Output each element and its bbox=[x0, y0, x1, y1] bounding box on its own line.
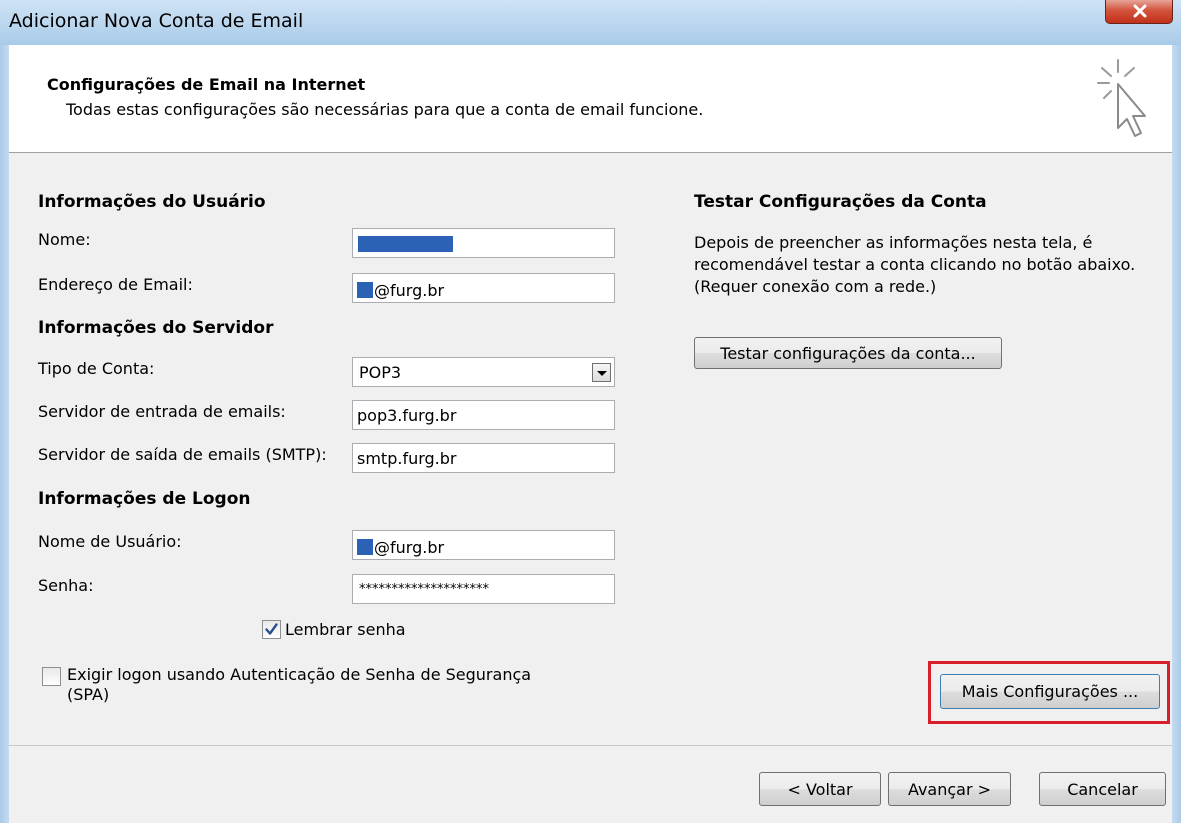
test-description-line1: Depois de preencher as informações nesta… bbox=[694, 233, 1093, 252]
close-button[interactable] bbox=[1105, 0, 1173, 24]
back-button[interactable]: < Voltar bbox=[759, 772, 881, 806]
password-label: Senha: bbox=[38, 576, 94, 595]
chevron-down-icon[interactable] bbox=[592, 363, 611, 382]
checkmark-icon bbox=[265, 623, 278, 635]
test-description-line3: (Requer conexão com a rede.) bbox=[694, 277, 937, 296]
server-info-heading: Informações do Servidor bbox=[38, 318, 274, 338]
user-info-heading: Informações do Usuário bbox=[38, 192, 266, 212]
account-type-label: Tipo de Conta: bbox=[38, 359, 155, 378]
account-type-select[interactable]: POP3 bbox=[352, 357, 615, 387]
outgoing-server-label: Servidor de saída de emails (SMTP): bbox=[38, 445, 327, 464]
password-field[interactable]: ******************** bbox=[352, 574, 615, 604]
incoming-server-label: Servidor de entrada de emails: bbox=[38, 402, 286, 421]
spa-label-line2[interactable]: (SPA) bbox=[67, 685, 109, 704]
email-label: Endereço de Email: bbox=[38, 275, 193, 294]
window-title: Adicionar Nova Conta de Email bbox=[9, 10, 304, 32]
spa-label-line1[interactable]: Exigir logon usando Autenticação de Senh… bbox=[67, 665, 531, 684]
redacted-name bbox=[358, 236, 453, 252]
wizard-header: Configurações de Email na Internet Todas… bbox=[9, 45, 1172, 153]
outgoing-server-field[interactable]: smtp.furg.br bbox=[352, 443, 615, 473]
password-value: ******************** bbox=[359, 582, 489, 597]
window-frame-left bbox=[0, 45, 9, 823]
page-subtitle: Todas estas configurações são necessária… bbox=[66, 100, 704, 119]
name-label: Nome: bbox=[38, 230, 91, 249]
username-label: Nome de Usuário: bbox=[38, 532, 182, 551]
wizard-cursor-icon bbox=[1097, 59, 1146, 137]
next-button[interactable]: Avançar > bbox=[888, 772, 1011, 806]
remember-password-label[interactable]: Lembrar senha bbox=[285, 620, 406, 639]
test-settings-button[interactable]: Testar configurações da conta... bbox=[694, 337, 1002, 369]
outgoing-server-value: smtp.furg.br bbox=[357, 449, 457, 468]
email-value: @furg.br bbox=[374, 281, 445, 300]
cancel-button[interactable]: Cancelar bbox=[1039, 772, 1166, 806]
incoming-server-field[interactable]: pop3.furg.br bbox=[352, 400, 615, 430]
redacted-username bbox=[357, 539, 373, 555]
account-type-value: POP3 bbox=[359, 363, 402, 382]
page-title: Configurações de Email na Internet bbox=[47, 75, 366, 94]
name-field[interactable] bbox=[352, 228, 615, 258]
test-description-line2: recomendável testar a conta clicando no … bbox=[694, 255, 1136, 274]
username-value: @furg.br bbox=[374, 538, 445, 557]
more-settings-button[interactable]: Mais Configurações ... bbox=[940, 674, 1160, 709]
email-field[interactable]: @furg.br bbox=[352, 273, 615, 303]
test-settings-heading: Testar Configurações da Conta bbox=[694, 192, 987, 212]
spa-checkbox[interactable] bbox=[42, 667, 61, 686]
dialog-body: Configurações de Email na Internet Todas… bbox=[9, 45, 1172, 823]
incoming-server-value: pop3.furg.br bbox=[357, 406, 457, 425]
title-bar: Adicionar Nova Conta de Email bbox=[0, 0, 1181, 45]
logon-info-heading: Informações de Logon bbox=[38, 489, 251, 509]
close-icon bbox=[1133, 4, 1147, 18]
footer-divider bbox=[9, 745, 1172, 746]
redacted-email-user bbox=[357, 282, 373, 298]
window-frame-right bbox=[1172, 45, 1181, 823]
remember-password-checkbox[interactable] bbox=[262, 620, 281, 639]
username-field[interactable]: @furg.br bbox=[352, 530, 615, 560]
